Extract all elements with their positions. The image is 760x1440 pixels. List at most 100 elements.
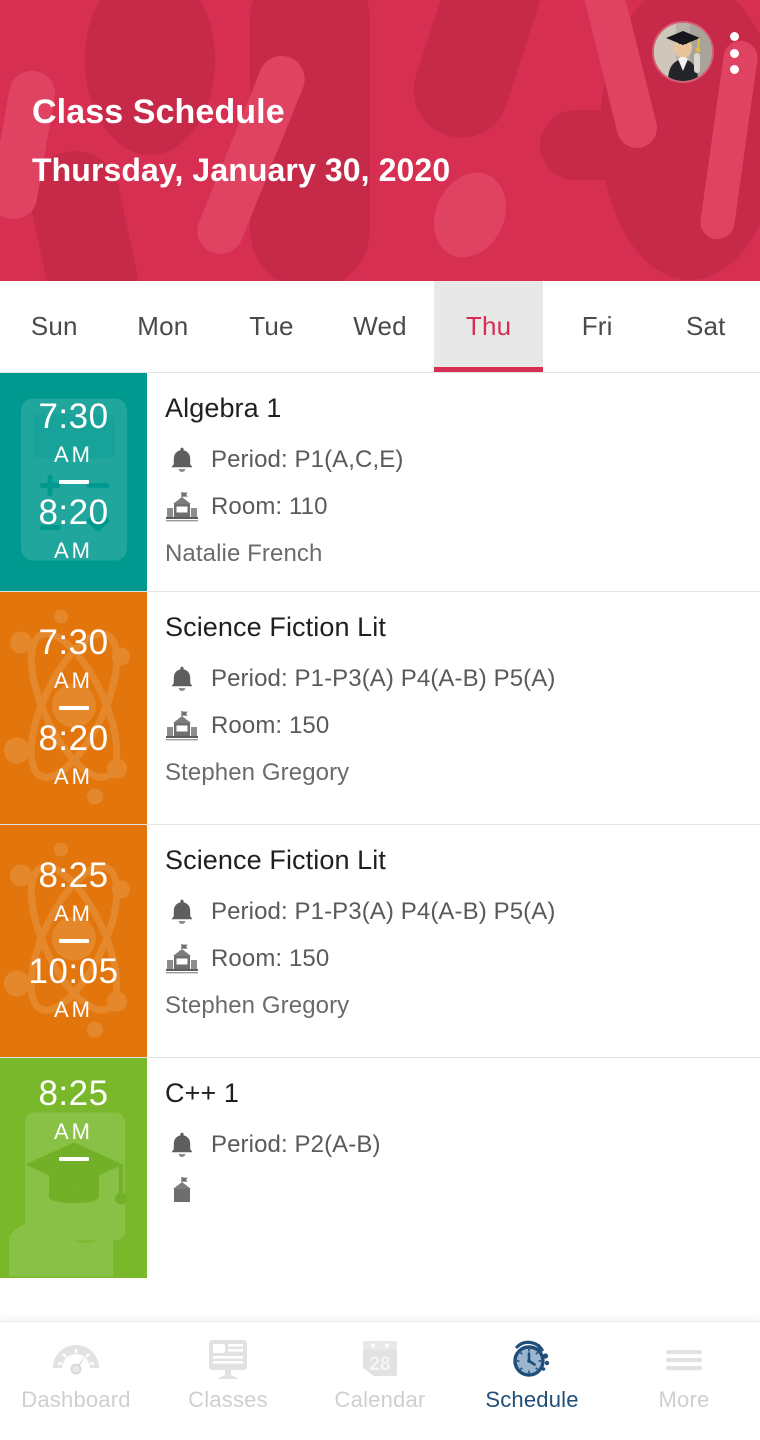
class-room-row bbox=[165, 1177, 744, 1207]
nav-label: Calendar bbox=[334, 1387, 426, 1412]
bell-icon bbox=[165, 665, 199, 693]
class-info: Algebra 1 Period: P1(A,C,E) Room: 110 Na… bbox=[147, 373, 760, 585]
overflow-dot bbox=[729, 48, 739, 58]
class-title: Science Fiction Lit bbox=[165, 845, 386, 875]
class-time-block: 7:30 AM 8:20 AM bbox=[0, 373, 147, 591]
class-row[interactable]: 8:25 AM C++ 1 Period: P2(A-B) bbox=[0, 1058, 760, 1278]
gauge-icon bbox=[52, 1336, 100, 1384]
page-title: Class Schedule bbox=[32, 93, 285, 131]
class-title: C++ 1 bbox=[165, 1078, 240, 1108]
class-teacher: Stephen Gregory bbox=[165, 759, 350, 786]
bell-icon bbox=[165, 898, 199, 926]
class-time-block: 7:30 AM 8:20 AM bbox=[0, 592, 147, 824]
hamburger-icon bbox=[664, 1336, 704, 1384]
time-separator-dash bbox=[58, 705, 89, 710]
class-time-block: 8:25 AM 10:05 AM bbox=[0, 825, 147, 1057]
class-start-meridiem: AM bbox=[54, 1119, 93, 1144]
school-building-icon bbox=[165, 1177, 199, 1207]
page-date: Thursday, January 30, 2020 bbox=[32, 152, 451, 188]
day-tab-label: Thu bbox=[465, 311, 512, 341]
class-period-row: Period: P1-P3(A) P4(A-B) P5(A) bbox=[165, 897, 744, 927]
school-building-icon bbox=[165, 492, 199, 522]
class-start-time: 8:25 bbox=[38, 1074, 109, 1113]
overflow-dot bbox=[729, 65, 739, 74]
school-building-icon bbox=[165, 944, 199, 974]
class-start-meridiem: AM bbox=[54, 900, 93, 926]
day-tab-sat[interactable]: Sat bbox=[651, 281, 760, 372]
time-separator-dash bbox=[58, 1157, 89, 1161]
nav-item-classes[interactable]: Classes bbox=[152, 1322, 304, 1414]
class-info: Science Fiction Lit Period: P1-P3(A) P4(… bbox=[147, 592, 760, 804]
overflow-menu-icon[interactable] bbox=[724, 30, 744, 76]
class-period-text: Period: P2(A-B) bbox=[211, 1131, 381, 1158]
class-start-meridiem: AM bbox=[54, 441, 93, 467]
nav-item-schedule[interactable]: Schedule bbox=[456, 1322, 608, 1414]
svg-text:28: 28 bbox=[369, 1354, 390, 1375]
day-tab-wed[interactable]: Wed bbox=[325, 281, 435, 372]
day-tab-label: Mon bbox=[137, 311, 189, 341]
class-start-time: 8:25 bbox=[38, 855, 109, 895]
nav-label: Classes bbox=[188, 1387, 268, 1412]
nav-item-calendar[interactable]: 28 Calendar bbox=[304, 1322, 456, 1414]
class-end-time: 8:20 bbox=[38, 492, 109, 532]
class-start-time: 7:30 bbox=[38, 396, 109, 436]
day-tab-label: Wed bbox=[353, 311, 407, 341]
class-teacher: Stephen Gregory bbox=[165, 992, 350, 1019]
time-range: 7:30 AM 8:20 AM bbox=[38, 623, 108, 792]
class-period-row: Period: P1-P3(A) P4(A-B) P5(A) bbox=[165, 664, 744, 694]
class-start-meridiem: AM bbox=[54, 667, 93, 693]
class-row[interactable]: 7:30 AM 8:20 AM Science Fiction Lit Peri… bbox=[0, 592, 760, 824]
class-period-row: Period: P1(A,C,E) bbox=[165, 445, 744, 475]
schedule-list[interactable]: 7:30 AM 8:20 AM Algebra 1 Period: P1(A,C… bbox=[0, 373, 760, 1440]
day-tab-label: Sat bbox=[685, 311, 726, 341]
app-header: Class Schedule Thursday, January 30, 202… bbox=[0, 0, 760, 281]
time-range: 7:30 AM 8:20 AM bbox=[38, 397, 108, 566]
day-tab-tue[interactable]: Tue bbox=[217, 281, 326, 372]
bell-icon bbox=[165, 446, 199, 474]
clock-refresh-icon bbox=[509, 1336, 555, 1384]
day-tab-thu[interactable]: Thu bbox=[434, 281, 543, 372]
bell-icon bbox=[165, 1131, 199, 1159]
class-room-text: Room: 150 bbox=[211, 712, 330, 739]
monitor-icon bbox=[206, 1336, 250, 1384]
class-room-row: Room: 110 bbox=[165, 492, 744, 522]
nav-item-more[interactable]: More bbox=[608, 1322, 760, 1414]
time-separator-dash bbox=[58, 938, 89, 943]
day-tab-fri[interactable]: Fri bbox=[542, 281, 652, 372]
time-separator-dash bbox=[58, 479, 89, 484]
day-tab-label: Sun bbox=[30, 311, 78, 341]
nav-label: Schedule bbox=[485, 1387, 579, 1412]
class-room-row: Room: 150 bbox=[165, 944, 744, 974]
class-title: Algebra 1 bbox=[165, 393, 282, 423]
class-row[interactable]: 8:25 AM 10:05 AM Science Fiction Lit Per… bbox=[0, 825, 760, 1057]
class-end-time: 10:05 bbox=[28, 951, 119, 991]
header-titles: Class Schedule Thursday, January 30, 202… bbox=[32, 90, 450, 192]
avatar[interactable] bbox=[654, 23, 712, 81]
class-period-text: Period: P1-P3(A) P4(A-B) P5(A) bbox=[211, 898, 556, 925]
overflow-dot bbox=[729, 32, 739, 41]
day-tab-strip: Sun Mon Tue Wed Thu Fri Sat bbox=[0, 281, 760, 373]
class-room-text: Room: 150 bbox=[211, 945, 330, 972]
school-building-icon bbox=[165, 711, 199, 741]
class-period-text: Period: P1-P3(A) P4(A-B) P5(A) bbox=[211, 665, 556, 692]
calendar-28-icon: 28 bbox=[358, 1336, 402, 1384]
class-title: Science Fiction Lit bbox=[165, 612, 386, 642]
class-info: Science Fiction Lit Period: P1-P3(A) P4(… bbox=[147, 825, 760, 1037]
class-end-meridiem: AM bbox=[54, 996, 93, 1022]
class-end-time: 8:20 bbox=[38, 718, 109, 758]
day-tab-sun[interactable]: Sun bbox=[0, 281, 109, 372]
class-time-block: 8:25 AM bbox=[0, 1058, 147, 1278]
day-tab-label: Fri bbox=[581, 311, 613, 341]
nav-item-dashboard[interactable]: Dashboard bbox=[0, 1322, 152, 1414]
class-period-text: Period: P1(A,C,E) bbox=[211, 446, 404, 473]
bottom-navigation-bar: Dashboard Classes 28 Calendar Schedule M… bbox=[0, 1321, 760, 1440]
class-info: C++ 1 Period: P2(A-B) bbox=[147, 1058, 760, 1240]
day-tab-mon[interactable]: Mon bbox=[108, 281, 218, 372]
day-tab-label: Tue bbox=[249, 311, 294, 341]
nav-label: Dashboard bbox=[21, 1387, 131, 1412]
nav-label: More bbox=[658, 1387, 710, 1412]
time-range: 8:25 AM 10:05 AM bbox=[28, 856, 118, 1025]
class-room-text: Room: 110 bbox=[211, 493, 328, 520]
class-start-time: 7:30 bbox=[38, 622, 109, 662]
class-row[interactable]: 7:30 AM 8:20 AM Algebra 1 Period: P1(A,C… bbox=[0, 373, 760, 591]
